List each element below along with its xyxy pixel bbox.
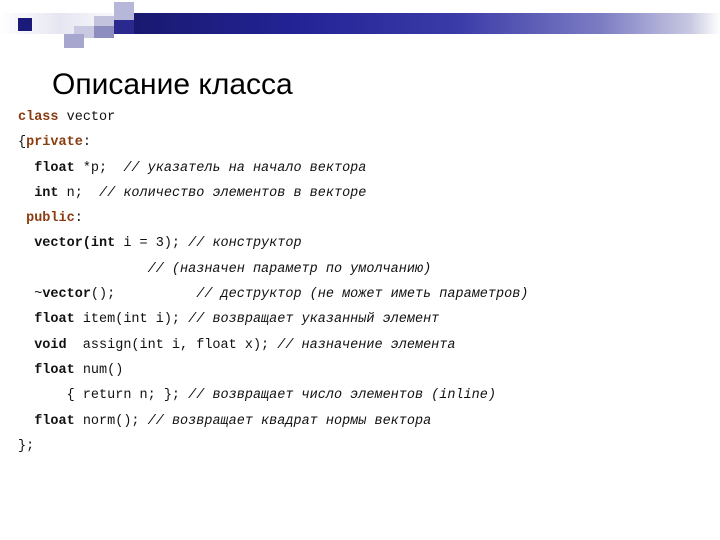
page-title: Описание класса	[52, 68, 293, 102]
code-token-plain: norm();	[74, 413, 148, 429]
code-token-cmt: // деструктор (не может иметь параметров…	[196, 287, 529, 303]
code-token-cmt: // количество элементов в векторе	[99, 185, 367, 201]
code-token-plain: };	[18, 438, 35, 454]
line-norm: float norm(); // возвращает квадрат норм…	[18, 409, 708, 434]
code-token-plain: assign(int i, float x);	[66, 337, 278, 353]
line-close: };	[18, 434, 708, 459]
code-token-plain: :	[74, 211, 83, 227]
decoration-square-dark	[18, 18, 32, 31]
code-token-kw-access: class	[18, 110, 59, 125]
line-int-n: int n; // количество элементов в векторе	[18, 181, 708, 206]
code-token-cmt: // назначение элемента	[277, 337, 456, 353]
code-token-plain: n;	[58, 185, 100, 201]
line-float-p: float *p; // указатель на начало вектора	[18, 156, 708, 181]
line-constructor: vector(int i = 3); // конструктор	[18, 231, 708, 256]
code-token-plain: vector	[58, 110, 116, 125]
line-assign: void assign(int i, float x); // назначен…	[18, 333, 708, 358]
decoration-square-light-3	[114, 20, 134, 34]
decoration-square-light-6	[64, 34, 84, 48]
code-token-cmt: // возвращает число элементов (inline)	[188, 388, 496, 404]
line-num-body: { return n; }; // возвращает число элеме…	[18, 383, 708, 408]
decoration-square-light-5	[94, 26, 114, 38]
code-token-plain: ();	[90, 287, 197, 303]
code-token-kw: void	[34, 337, 67, 353]
code-token-kw-access: public	[26, 211, 75, 227]
code-token-kw: vector	[42, 287, 91, 303]
code-token-kw-access: private	[26, 135, 83, 151]
code-token-plain: *p;	[74, 160, 124, 176]
code-token-kw: float	[34, 362, 75, 378]
decoration-square-light-2	[114, 2, 134, 20]
code-token-plain: i = 3);	[115, 236, 189, 252]
code-token-plain: { return n; };	[18, 388, 189, 404]
code-token-plain: num()	[74, 362, 124, 378]
code-token-kw: int	[34, 185, 59, 201]
code-token-kw: vector(int	[34, 236, 116, 252]
code-token-cmt: // конструктор	[188, 236, 302, 252]
line-destructor: ~vector(); // деструктор (не может иметь…	[18, 282, 708, 307]
code-token-kw: float	[34, 312, 75, 328]
code-token-kw: float	[34, 160, 75, 176]
code-token-plain: :	[82, 135, 91, 151]
code-token-kw: float	[34, 413, 75, 429]
code-token-cmt: // (назначен параметр по умолчанию)	[147, 261, 432, 277]
line-class-vector: class vector	[18, 105, 708, 130]
code-token-plain: {	[18, 135, 27, 151]
code-token-plain: item(int i);	[74, 312, 189, 328]
line-open-brace-private: {private:	[18, 130, 708, 155]
code-token-cmt: // возвращает квадрат нормы вектора	[147, 413, 432, 429]
header-decoration	[0, 0, 720, 48]
code-token-plain: ~	[18, 287, 43, 303]
code-token-cmt: // возвращает указанный элемент	[188, 312, 440, 328]
code-block: class vector {private: float *p; // указа…	[18, 105, 708, 459]
line-item: float item(int i); // возвращает указанн…	[18, 307, 708, 332]
line-constructor-comment-2: // (назначен параметр по умолчанию)	[18, 257, 708, 282]
line-num: float num()	[18, 358, 708, 383]
line-public: public:	[18, 206, 708, 231]
header-band	[134, 13, 720, 34]
code-token-cmt: // указатель на начало вектора	[123, 160, 367, 176]
